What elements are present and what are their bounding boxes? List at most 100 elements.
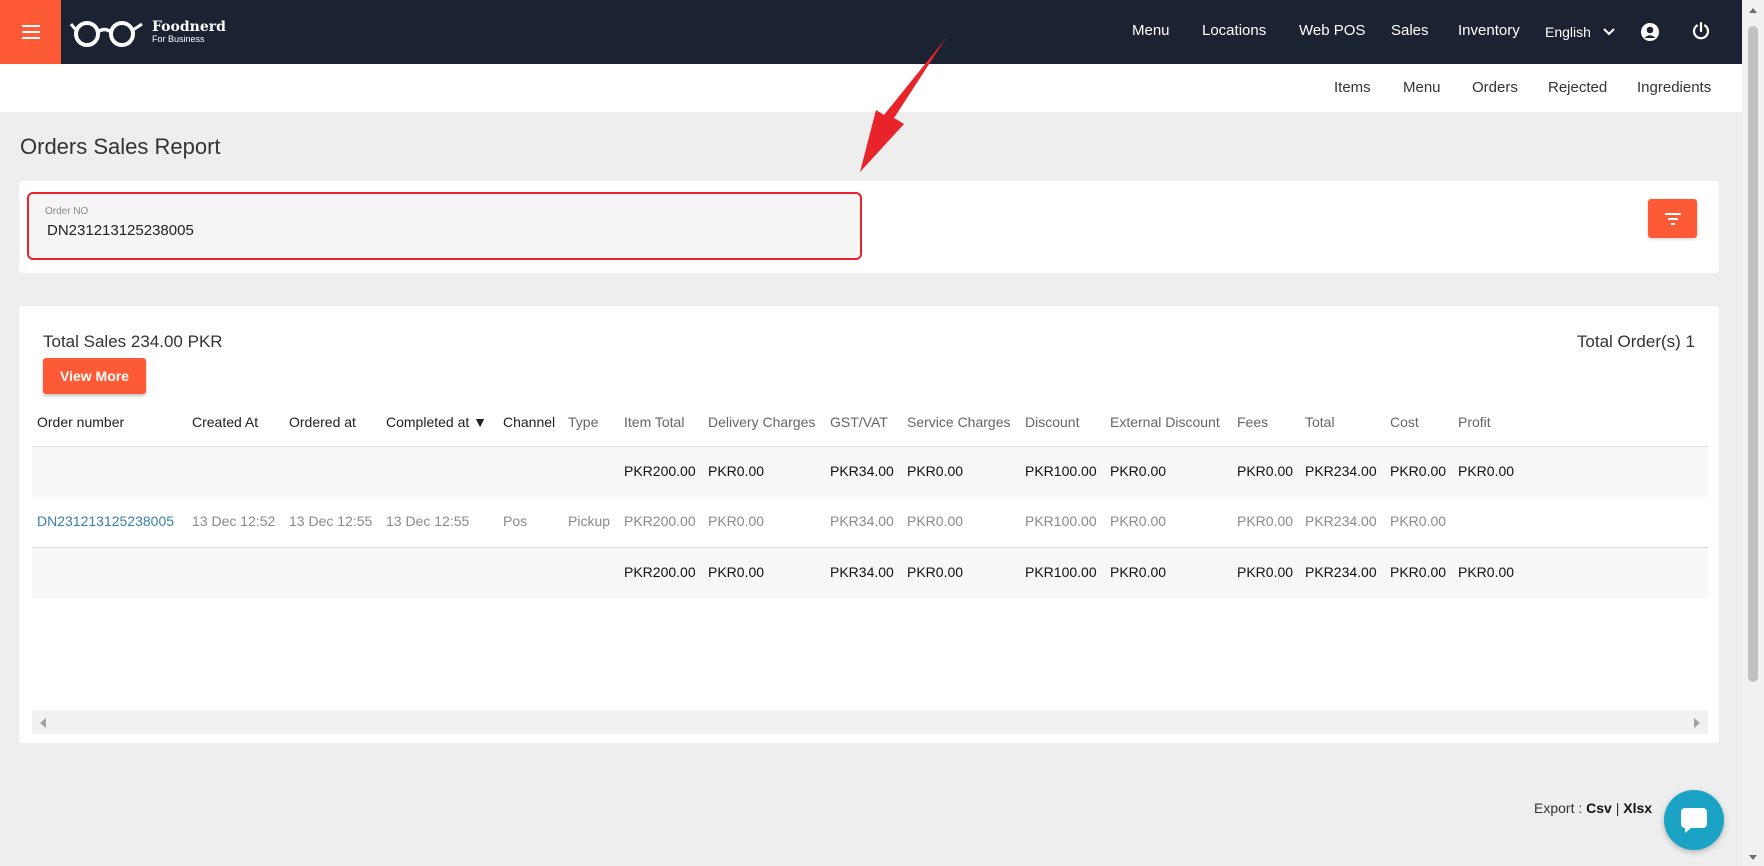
filter-button[interactable] xyxy=(1648,199,1697,238)
hamburger-icon xyxy=(21,25,40,39)
cell-fees: PKR0.00 xyxy=(1237,513,1294,529)
nav-menu[interactable]: Menu xyxy=(1132,22,1170,39)
subnav-ingredients[interactable]: Ingredients xyxy=(1637,79,1711,96)
order-no-field[interactable]: Order NO xyxy=(27,192,862,260)
bottom-gst-vat: PKR34.00 xyxy=(830,564,894,580)
col-discount[interactable]: Discount xyxy=(1025,414,1079,430)
nav-web-pos[interactable]: Web POS xyxy=(1299,22,1365,39)
glasses-logo-icon xyxy=(70,21,143,47)
filter-card: Order NO xyxy=(19,181,1719,273)
col-profit[interactable]: Profit xyxy=(1458,414,1491,430)
export-xlsx-link[interactable]: Xlsx xyxy=(1623,800,1652,816)
view-more-button[interactable]: View More xyxy=(43,358,146,394)
chat-icon xyxy=(1681,808,1707,833)
chat-button[interactable] xyxy=(1664,790,1724,850)
col-item-total[interactable]: Item Total xyxy=(624,414,684,430)
total-discount: PKR100.00 xyxy=(1025,463,1097,479)
col-type[interactable]: Type xyxy=(568,414,598,430)
export-csv-link[interactable]: Csv xyxy=(1586,800,1612,816)
app-logo[interactable]: Foodnerd For Business xyxy=(70,16,226,48)
report-card: Total Sales 234.00 PKR Total Order(s) 1 … xyxy=(19,306,1719,743)
total-external-discount: PKR0.00 xyxy=(1110,463,1167,479)
col-created-at[interactable]: Created At xyxy=(192,414,258,430)
col-delivery-charges[interactable]: Delivery Charges xyxy=(708,414,815,430)
total-delivery-charges: PKR0.00 xyxy=(708,463,765,479)
scroll-thumb[interactable] xyxy=(1748,26,1758,682)
bottom-total: PKR234.00 xyxy=(1305,564,1377,580)
vertical-scrollbar[interactable] xyxy=(1742,0,1764,866)
user-circle-icon[interactable] xyxy=(1640,22,1660,42)
total-cost: PKR0.00 xyxy=(1390,463,1447,479)
table-total-row-bottom: PKR200.00 PKR0.00 PKR34.00 PKR0.00 PKR10… xyxy=(32,548,1708,598)
cell-ordered-at: 13 Dec 12:55 xyxy=(289,513,373,529)
horizontal-scrollbar[interactable] xyxy=(32,710,1708,734)
scroll-down-arrow-icon[interactable] xyxy=(1749,855,1757,860)
col-order-number[interactable]: Order number xyxy=(37,414,124,430)
filter-icon xyxy=(1664,212,1681,225)
scroll-up-arrow-icon[interactable] xyxy=(1749,8,1757,13)
col-completed-at[interactable]: Completed at ▼ xyxy=(386,414,487,430)
table-total-row-top: PKR200.00 PKR0.00 PKR34.00 PKR0.00 PKR10… xyxy=(32,447,1708,497)
bottom-profit: PKR0.00 xyxy=(1458,564,1515,580)
bottom-service-charges: PKR0.00 xyxy=(907,564,964,580)
logo-name: Foodnerd xyxy=(152,19,226,35)
bottom-fees: PKR0.00 xyxy=(1237,564,1294,580)
cell-cost: PKR0.00 xyxy=(1390,513,1447,529)
bottom-item-total: PKR200.00 xyxy=(624,564,696,580)
col-service-charges[interactable]: Service Charges xyxy=(907,414,1011,430)
export-divider: | xyxy=(1615,800,1620,816)
bottom-cost: PKR0.00 xyxy=(1390,564,1447,580)
language-selector[interactable]: English xyxy=(1545,24,1615,40)
bottom-discount: PKR100.00 xyxy=(1025,564,1097,580)
bottom-external-discount: PKR0.00 xyxy=(1110,564,1167,580)
scroll-left-arrow-icon[interactable] xyxy=(40,718,46,728)
chevron-down-icon xyxy=(1603,28,1615,36)
col-fees[interactable]: Fees xyxy=(1237,414,1268,430)
export-separator: : xyxy=(1578,800,1583,816)
nav-inventory[interactable]: Inventory xyxy=(1458,22,1520,39)
cell-delivery-charges: PKR0.00 xyxy=(708,513,765,529)
order-no-input[interactable] xyxy=(47,222,827,239)
table-row: DN231213125238005 13 Dec 12:52 13 Dec 12… xyxy=(32,497,1708,548)
hamburger-menu-button[interactable] xyxy=(0,0,61,64)
subnav-items[interactable]: Items xyxy=(1334,79,1371,96)
nav-locations[interactable]: Locations xyxy=(1202,22,1266,39)
power-icon[interactable] xyxy=(1691,21,1711,41)
nav-sales[interactable]: Sales xyxy=(1391,22,1429,39)
cell-created-at: 13 Dec 12:52 xyxy=(192,513,276,529)
col-gst-vat[interactable]: GST/VAT xyxy=(830,414,888,430)
cell-item-total: PKR200.00 xyxy=(624,513,696,529)
cell-total: PKR234.00 xyxy=(1305,513,1377,529)
col-ordered-at[interactable]: Ordered at xyxy=(289,414,356,430)
export-links: Export : Csv | Xlsx xyxy=(1534,800,1652,816)
total-sales: Total Sales 234.00 PKR xyxy=(43,332,223,351)
cell-type: Pickup xyxy=(568,513,611,529)
subnav-orders[interactable]: Orders xyxy=(1472,79,1518,96)
annotation-arrow xyxy=(860,38,946,172)
total-fees: PKR0.00 xyxy=(1237,463,1294,479)
bottom-delivery-charges: PKR0.00 xyxy=(708,564,765,580)
cell-gst-vat: PKR34.00 xyxy=(830,513,894,529)
total-orders: Total Order(s) 1 xyxy=(1576,332,1695,351)
page-title: Orders Sales Report xyxy=(20,134,221,159)
col-cost[interactable]: Cost xyxy=(1390,414,1419,430)
subnav-rejected[interactable]: Rejected xyxy=(1548,79,1607,96)
cell-completed-at: 13 Dec 12:55 xyxy=(386,513,470,529)
cell-service-charges: PKR0.00 xyxy=(907,513,964,529)
order-number-link[interactable]: DN231213125238005 xyxy=(37,513,174,529)
cell-channel: Pos xyxy=(503,513,528,529)
scroll-right-arrow-icon[interactable] xyxy=(1694,718,1700,728)
cell-discount: PKR100.00 xyxy=(1025,513,1097,529)
export-label: Export xyxy=(1534,800,1575,816)
col-external-discount[interactable]: External Discount xyxy=(1110,414,1220,430)
total-total: PKR234.00 xyxy=(1305,463,1377,479)
col-channel[interactable]: Channel xyxy=(503,414,555,430)
cell-external-discount: PKR0.00 xyxy=(1110,513,1167,529)
total-item-total: PKR200.00 xyxy=(624,463,696,479)
total-profit: PKR0.00 xyxy=(1458,463,1515,479)
logo-subtitle: For Business xyxy=(152,34,205,44)
total-gst-vat: PKR34.00 xyxy=(830,463,894,479)
total-service-charges: PKR0.00 xyxy=(907,463,964,479)
col-total[interactable]: Total xyxy=(1305,414,1335,430)
subnav-menu[interactable]: Menu xyxy=(1403,79,1441,96)
